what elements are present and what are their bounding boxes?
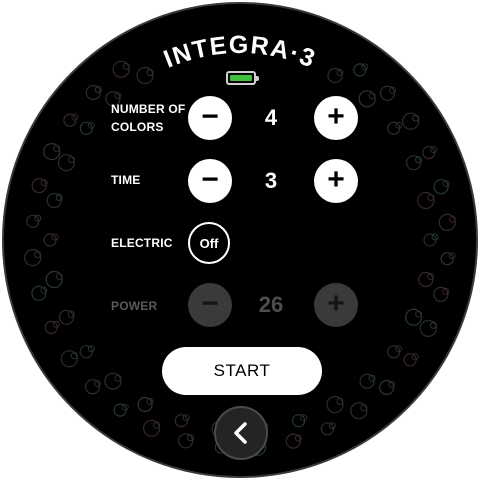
colors-label-line2: COLORS [111, 120, 164, 134]
power-decrement-button[interactable]: − [188, 283, 232, 327]
time-label: TIME [111, 173, 141, 187]
back-button[interactable] [214, 406, 268, 460]
power-increment-button[interactable]: + [314, 283, 358, 327]
colors-value: 4 [264, 105, 278, 130]
battery-level [230, 75, 252, 81]
colors-increment-button[interactable]: + [314, 96, 358, 140]
minus-icon: − [201, 287, 219, 320]
start-button[interactable]: START [162, 347, 322, 395]
colors-label: NUMBER OF COLORS [111, 100, 185, 136]
app-title-text: INTEGRA·3 [160, 31, 318, 74]
minus-icon: − [201, 100, 219, 133]
time-increment-button[interactable]: + [314, 159, 358, 203]
minus-icon: − [201, 163, 219, 196]
electric-toggle[interactable]: Off [188, 222, 230, 264]
plus-icon: + [327, 287, 345, 320]
svg-text:INTEGRA·3: INTEGRA·3 [160, 31, 320, 74]
plus-icon: + [327, 100, 345, 133]
colors-label-line1: NUMBER OF [111, 102, 186, 116]
time-value: 3 [264, 168, 278, 193]
watch-screen: INTEGRA·3 NUMBER OF COLORS − 4 + TIME − … [2, 2, 478, 478]
battery-icon [226, 71, 259, 85]
battery-tip [256, 76, 259, 81]
plus-icon: + [327, 163, 345, 196]
colors-decrement-button[interactable]: − [188, 96, 232, 140]
time-decrement-button[interactable]: − [188, 159, 232, 203]
electric-label: ELECTRIC [111, 236, 173, 250]
power-value: 26 [258, 292, 284, 317]
chevron-left-icon [234, 422, 247, 444]
power-label: POWER [111, 299, 158, 313]
